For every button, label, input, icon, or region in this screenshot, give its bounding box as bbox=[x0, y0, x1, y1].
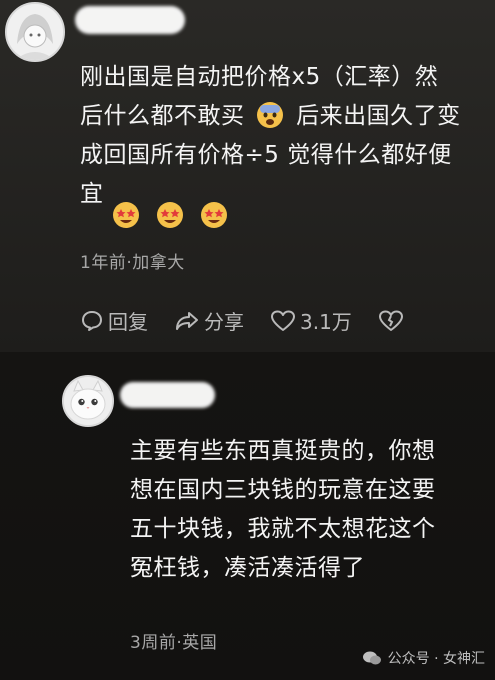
like-button[interactable]: 3.1万 bbox=[270, 306, 352, 335]
comment-line: 后什么都不敢买 后来出国久了变 bbox=[80, 97, 480, 136]
comment-line: 成回国所有价格÷5 觉得什么都好便 bbox=[80, 142, 452, 168]
comment-line: 想在国内三块钱的玩意在这要 bbox=[130, 477, 436, 503]
comment-line: 冤枉钱，凑活凑活得了 bbox=[130, 555, 365, 581]
comment-line: 五十块钱，我就不太想花这个 bbox=[130, 516, 436, 542]
comment-line: 刚出国是自动把价格x5（汇率）然 bbox=[80, 64, 439, 90]
share-button[interactable]: 分享 bbox=[174, 306, 244, 335]
reply-icon bbox=[82, 310, 102, 331]
star-struck-emoji-icon bbox=[113, 202, 139, 228]
emoji-row bbox=[112, 201, 228, 229]
share-label: 分享 bbox=[204, 310, 244, 334]
reply-label: 回复 bbox=[108, 310, 148, 334]
share-icon bbox=[176, 311, 198, 330]
username-redacted-2 bbox=[120, 382, 215, 408]
reply-button[interactable]: 回复 bbox=[80, 306, 148, 335]
comment-line-segment: 后什么都不敢买 bbox=[80, 103, 245, 129]
fearful-face-emoji-icon bbox=[257, 102, 284, 128]
like-count: 3.1万 bbox=[300, 310, 352, 334]
comment-meta-1: 1年前·加拿大 bbox=[80, 253, 185, 273]
comment-text-2: 主要有些东西真挺贵的，你想 想在国内三块钱的玩意在这要 五十块钱，我就不太想花这… bbox=[130, 432, 485, 588]
star-struck-emoji-icon bbox=[201, 202, 227, 228]
star-struck-emoji-icon bbox=[157, 202, 183, 228]
comment-meta-2: 3周前·英国 bbox=[130, 633, 218, 653]
dislike-button[interactable] bbox=[378, 309, 408, 333]
comment-line-segment: 后来出国久了变 bbox=[296, 103, 461, 129]
heart-icon bbox=[271, 310, 295, 331]
user-avatar-1[interactable] bbox=[5, 2, 65, 62]
comment-line: 主要有些东西真挺贵的，你想 bbox=[130, 438, 436, 464]
watermark: 公众号 · 女神汇 bbox=[362, 648, 485, 668]
comment-text-1: 刚出国是自动把价格x5（汇率）然 后什么都不敢买 后来出国久了变 成回国所有价格… bbox=[80, 58, 480, 214]
action-bar: 回复 分享 3.1万 bbox=[80, 306, 434, 335]
user-avatar-2[interactable] bbox=[62, 375, 114, 427]
wechat-icon bbox=[362, 651, 381, 665]
watermark-text: 公众号 · 女神汇 bbox=[387, 651, 485, 667]
broken-heart-icon bbox=[378, 310, 403, 331]
username-redacted-1 bbox=[75, 6, 185, 34]
